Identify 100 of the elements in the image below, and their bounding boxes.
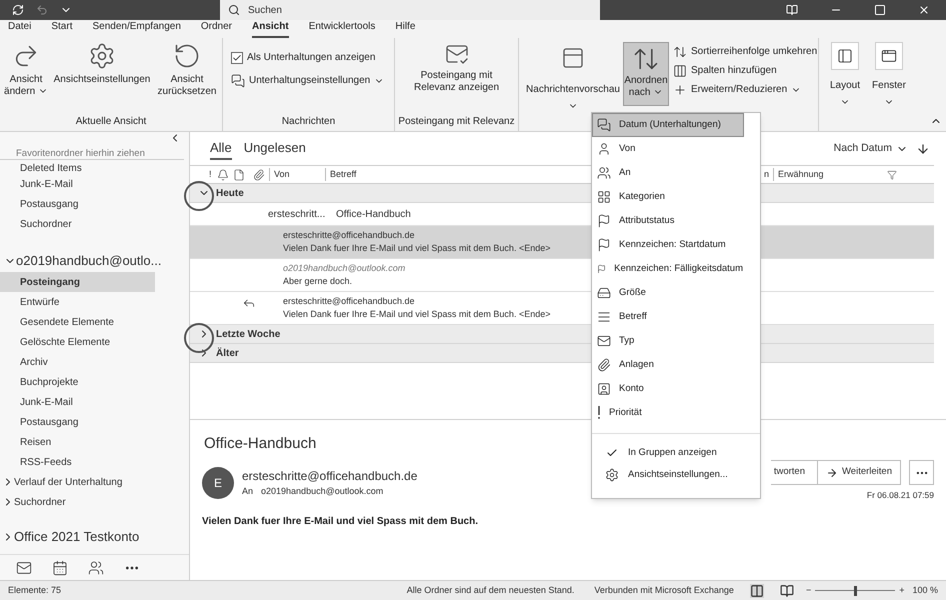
reply-all-button[interactable]: tworten: [770, 460, 818, 485]
sync-status: Alle Ordner sind auf dem neuesten Stand.: [406, 584, 574, 597]
folder-item[interactable]: Archiv: [0, 352, 155, 372]
ribbon-tab[interactable]: Hilfe: [395, 19, 416, 38]
folder-item[interactable]: RSS-Feeds: [0, 452, 155, 472]
ribbon-button[interactable]: Spalten hinzufügen: [673, 63, 818, 78]
ribbon-button[interactable]: Erweitern/Reduzieren: [673, 82, 818, 97]
zoom-slider[interactable]: [815, 586, 896, 596]
normal-view-icon[interactable]: [750, 584, 764, 598]
maximize-icon[interactable]: [874, 4, 886, 16]
connection-status: Verbunden mit Microsoft Exchange: [594, 584, 734, 597]
folder-item[interactable]: Reisen: [0, 432, 155, 452]
plus-icon: [673, 82, 687, 96]
ribbon-button[interactable]: Nachrichtenvorschau: [527, 42, 619, 111]
chat-icon: [597, 118, 611, 132]
ribbon-button[interactable]: Sortierreihenfolge umkehren: [673, 44, 818, 59]
gear-icon: [88, 42, 116, 70]
filter-tab[interactable]: Alle: [210, 138, 232, 160]
paperclip-icon[interactable]: [253, 168, 265, 180]
folder-item[interactable]: Junk-E-Mail: [0, 392, 155, 412]
flag-icon: [597, 238, 611, 252]
group-label: Aktuelle Ansicht: [74, 115, 148, 129]
window-icon: [881, 48, 897, 64]
forward-button[interactable]: Weiterleiten: [818, 460, 901, 485]
sender-text: ersteschritte@officehandbuch.de: [283, 295, 416, 308]
lines-icon: [597, 310, 611, 324]
folder-item[interactable]: Buchprojekte: [0, 372, 155, 392]
ribbon-button[interactable]: Posteingang mit Relevanz anzeigen: [412, 42, 502, 114]
grid-icon: [597, 190, 611, 204]
search-icon: [228, 4, 240, 16]
menu-item[interactable]: Von: [592, 137, 744, 161]
filter-icon[interactable]: [887, 170, 897, 180]
column-header[interactable]: !: [209, 168, 217, 182]
ribbon-button[interactable]: Fenster: [871, 42, 907, 107]
ribbon-button[interactable]: Ansicht zurücksetzen: [156, 42, 218, 98]
chat-icon: [231, 74, 245, 88]
reading-view-icon[interactable]: [780, 584, 794, 598]
document-icon[interactable]: [233, 168, 245, 180]
conversation-checkbox[interactable]: Als Unterhaltungen anzeigen: [231, 50, 386, 65]
people-icon[interactable]: [88, 560, 104, 576]
menu-item[interactable]: Priorität: [592, 401, 744, 425]
ribbon-tab[interactable]: Senden/Empfangen: [92, 19, 181, 38]
folder-group[interactable]: Suchordner: [0, 492, 66, 512]
group-label: Posteingang mit Relevanz: [397, 115, 516, 129]
gear-icon: [605, 468, 619, 482]
zoom-in-button[interactable]: +: [899, 584, 904, 598]
message-body: Vielen Dank fuer Ihre E-Mail und viel Spass mit dem Buch.: [202, 514, 480, 529]
contact-card-icon: [597, 382, 611, 396]
folder-group[interactable]: Verlauf der Unterhaltung: [0, 472, 122, 492]
column-header[interactable]: Erwähnung: [773, 168, 883, 182]
sync-icon[interactable]: [12, 4, 24, 16]
sort-dropdown[interactable]: Nach Datum: [834, 140, 908, 156]
undo-icon[interactable]: [36, 4, 48, 16]
menu-item[interactable]: Ansichtseinstellungen...: [592, 464, 728, 486]
paperclip-icon: [597, 358, 611, 372]
flag-icon: [597, 262, 606, 276]
sender-address: ersteschritte@officehandbuch.de: [242, 468, 418, 486]
zoom-out-button[interactable]: −: [806, 584, 812, 598]
zoom-thumb[interactable]: [854, 586, 857, 596]
folder-item[interactable]: Postausgang: [0, 412, 155, 432]
menu-item[interactable]: Kennzeichen: Fälligkeitsdatum: [592, 257, 744, 281]
folder-item[interactable]: Posteingang: [0, 272, 155, 292]
bell-icon[interactable]: [217, 168, 229, 180]
folder-item[interactable]: Gelöschte Elemente: [0, 332, 155, 352]
subject-text: Office-Handbuch: [336, 208, 411, 222]
account-item[interactable]: o2019handbuch@outlo...: [0, 250, 162, 272]
folder-item[interactable]: Deleted Items: [0, 164, 82, 174]
sort-icon: [673, 44, 687, 58]
menu-item[interactable]: Konto: [592, 377, 744, 401]
ribbon-tab[interactable]: Entwicklertools: [308, 19, 376, 38]
arrange-button[interactable]: Anordnen nach: [623, 42, 669, 106]
search-field[interactable]: Suchen: [220, 0, 600, 20]
columns-icon: [673, 64, 687, 78]
folder-item[interactable]: Junk-E-Mail: [0, 174, 155, 194]
account-item[interactable]: Office 2021 Testkonto: [0, 526, 140, 548]
conversation-settings-button[interactable]: Unterhaltungseinstellungen: [231, 73, 386, 88]
ribbon-tab[interactable]: Datei: [8, 19, 32, 38]
filter-tab[interactable]: Ungelesen: [244, 138, 306, 160]
preview-text: Vielen Dank fuer Ihre E-Mail und viel Spass mit dem Buch. <Ende>: [283, 242, 550, 255]
folder-item[interactable]: Suchordner: [0, 214, 155, 234]
menu-item[interactable]: Kennzeichen: Startdatum: [592, 233, 744, 257]
folder-item[interactable]: Entwürfe: [0, 292, 155, 312]
mail-icon[interactable]: [16, 560, 32, 576]
ribbon-button[interactable]: Layout: [827, 42, 863, 107]
menu-item[interactable]: Datum (Unterhaltungen): [592, 113, 744, 137]
ribbon-tab[interactable]: Start: [51, 19, 72, 38]
menu-item[interactable]: In Gruppen anzeigen: [592, 442, 717, 464]
envelope-icon: [597, 334, 611, 348]
calendar-icon[interactable]: [52, 560, 68, 576]
close-icon[interactable]: [918, 4, 930, 16]
sender-avatar: E: [202, 466, 234, 499]
folder-item[interactable]: Postausgang: [0, 194, 155, 214]
column-header[interactable]: Von: [269, 168, 325, 182]
message-date: Fr 06.08.21 07:59: [866, 489, 934, 502]
ribbon-tab[interactable]: Ordner: [200, 19, 232, 38]
ribbon-button[interactable]: Ansichtseinstellungen: [52, 42, 152, 86]
item-count: Elemente: 75: [8, 584, 62, 597]
people-icon: [597, 166, 611, 180]
folder-item[interactable]: Gesendete Elemente: [0, 312, 155, 332]
ribbon-button[interactable]: Ansicht ändern: [4, 42, 48, 98]
